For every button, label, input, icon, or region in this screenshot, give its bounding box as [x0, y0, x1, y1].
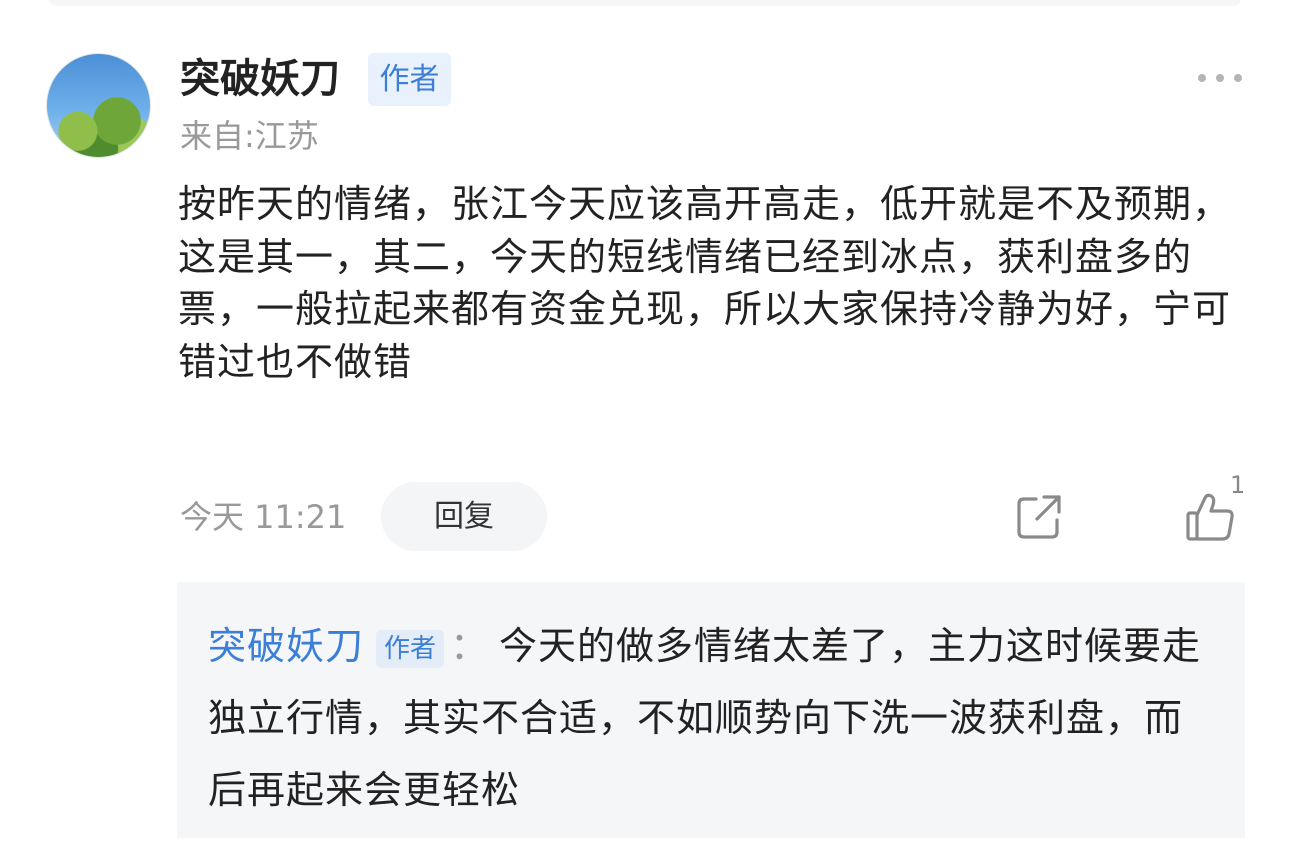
avatar[interactable]: [46, 53, 151, 158]
share-icon[interactable]: [1014, 492, 1064, 542]
more-dots-icon[interactable]: [1196, 66, 1244, 90]
comment-location: 来自:江苏: [180, 117, 319, 155]
comment-author-name[interactable]: 突破妖刀: [180, 55, 340, 103]
reply-colon: ：: [450, 624, 490, 668]
previous-comment-card: [48, 0, 1242, 6]
reply-button[interactable]: 回复: [381, 482, 547, 551]
reply-author-badge: 作者: [376, 629, 445, 668]
comment-timestamp: 今天 11:21: [180, 498, 347, 536]
reply-author-name[interactable]: 突破妖刀: [208, 624, 364, 668]
comment-body: 按昨天的情绪，张江今天应该高开高走，低开就是不及预期，这是其一，其二，今天的短线…: [178, 182, 1232, 384]
like-count: 1: [1230, 471, 1246, 499]
reply-content: 突破妖刀 作者：今天的做多情绪太差了，主力这时候要走独立行情，其实不合适，不如顺势…: [208, 610, 1218, 826]
author-badge: 作者: [368, 53, 451, 106]
